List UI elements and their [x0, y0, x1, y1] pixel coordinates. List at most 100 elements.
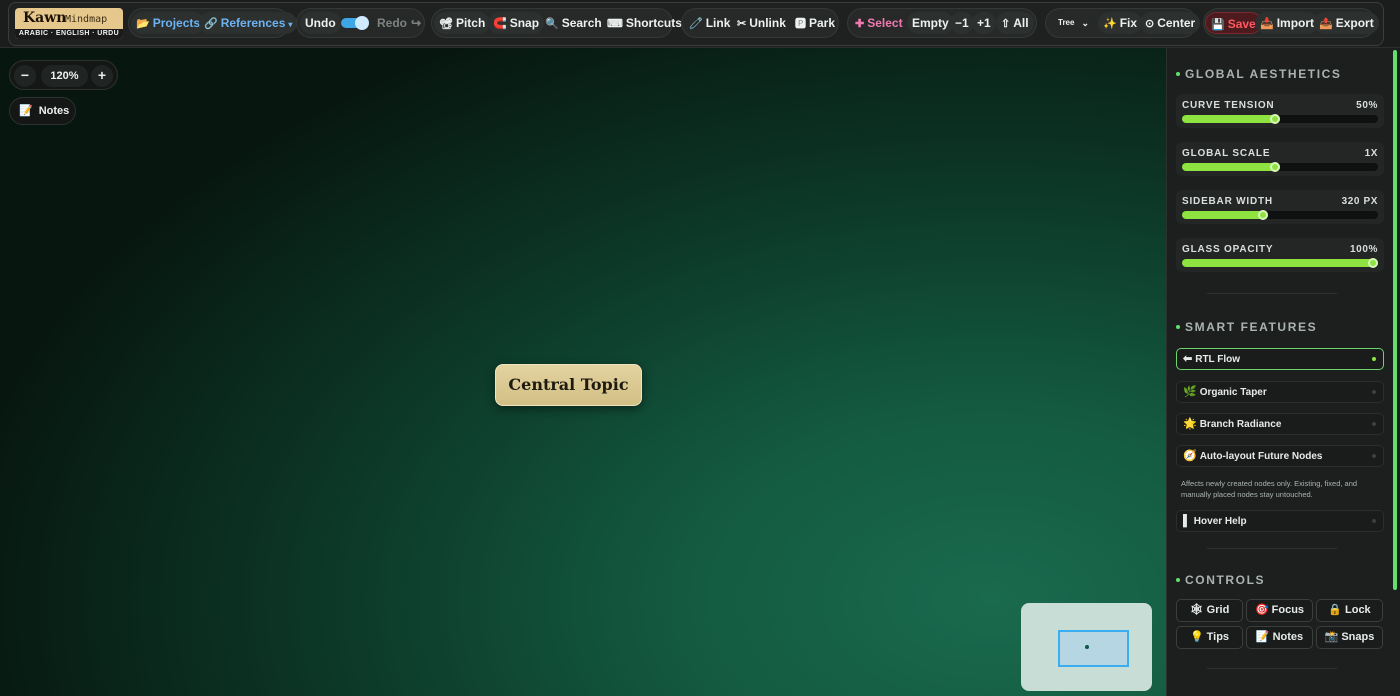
expand-level-button[interactable]: +1 — [972, 12, 996, 34]
pitch-button[interactable]: 📽 Pitch — [434, 12, 491, 34]
feature-branch-radiance[interactable]: 🌟 Branch Radiance — [1176, 413, 1384, 435]
snap-button[interactable]: 🧲 Snap — [488, 12, 545, 34]
empty-button[interactable]: Empty — [907, 12, 954, 34]
logo-languages: ARABIC · ENGLISH · URDU — [15, 29, 123, 39]
slider-thumb[interactable] — [1270, 162, 1280, 172]
layout-select[interactable]: Tree ⌄ — [1051, 12, 1093, 34]
feature-auto-layout[interactable]: 🧭 Auto-layout Future Nodes — [1176, 445, 1384, 467]
slider-thumb[interactable] — [1368, 258, 1378, 268]
section-divider — [1207, 668, 1337, 669]
fix-button[interactable]: ✨ Fix — [1098, 12, 1143, 34]
search-button[interactable]: 🔍 Search — [540, 12, 607, 34]
projects-button[interactable]: 📂 Projects — [131, 12, 206, 34]
memo-icon: 📝 — [19, 105, 33, 117]
compass-icon: 🧭 — [1183, 450, 1197, 462]
feature-status-dot — [1372, 519, 1376, 523]
slider-fill — [1182, 259, 1378, 267]
zoom-control: − 120% + — [9, 60, 118, 90]
slider-track[interactable] — [1182, 162, 1378, 172]
logo-name: Kawn — [23, 10, 67, 26]
features-section-title: SMART FEATURES — [1175, 320, 1318, 334]
feature-note: Affects newly created nodes only. Existi… — [1181, 479, 1358, 499]
slider-label: GLASS OPACITY — [1182, 244, 1274, 255]
central-topic-node[interactable]: Central Topic — [495, 364, 642, 406]
up-arrow-icon: ⇧ — [1001, 18, 1011, 30]
export-button[interactable]: 📤 Export — [1314, 12, 1379, 34]
redo-arrow-icon: ↪ — [411, 16, 422, 30]
controls-section-title: CONTROLS — [1175, 573, 1266, 587]
import-button[interactable]: 📥 Import — [1255, 12, 1320, 34]
sparkles-icon: ✨ — [1103, 18, 1117, 30]
minimap-viewport[interactable] — [1058, 630, 1129, 667]
slider-track[interactable] — [1182, 258, 1378, 268]
target-icon: ⊙ — [1145, 18, 1155, 30]
feature-organic-taper[interactable]: 🌿 Organic Taper — [1176, 381, 1384, 403]
outbox-tray-icon: 📤 — [1319, 18, 1333, 30]
search-icon: 🔍 — [545, 18, 559, 30]
slider-glass-opacity: GLASS OPACITY 100% — [1176, 238, 1384, 272]
tips-control-button[interactable]: 💡 Tips — [1176, 626, 1243, 649]
slider-label: SIDEBAR WIDTH — [1182, 196, 1273, 207]
slider-curve-tension: CURVE TENSION 50% — [1176, 94, 1384, 128]
inbox-tray-icon: 📥 — [1260, 18, 1274, 30]
star-glow-icon: 🌟 — [1183, 418, 1197, 430]
slider-global-scale: GLOBAL SCALE 1X — [1176, 142, 1384, 176]
link-icon: 🧷 — [689, 18, 703, 30]
shortcuts-button[interactable]: ⌨ Shortcuts — [602, 12, 687, 34]
chevron-down-icon: ⌄ — [1081, 18, 1089, 28]
notes-control-button[interactable]: 📝 Notes — [1246, 626, 1313, 649]
all-button[interactable]: ⇧ All — [996, 12, 1034, 34]
park-button[interactable]: 🅿 Park — [790, 12, 840, 34]
select-button[interactable]: ✚ Select — [850, 12, 908, 34]
left-arrow-icon: ⬅ — [1183, 353, 1193, 365]
slider-label: CURVE TENSION — [1182, 100, 1275, 111]
notes-toggle-button[interactable]: 📝 Notes — [9, 97, 76, 125]
grid-control-button[interactable]: 🕸 Grid — [1176, 599, 1243, 622]
keyboard-icon: ⌨ — [607, 18, 623, 30]
collapse-level-button[interactable]: −1 — [950, 12, 974, 34]
center-button[interactable]: ⊙ Center — [1140, 12, 1201, 34]
unlink-button[interactable]: ✂ Unlink — [732, 12, 791, 34]
link-chain-icon: 🔗 — [204, 18, 218, 30]
feature-status-dot — [1372, 422, 1376, 426]
floppy-disk-icon: 💾 — [1211, 19, 1225, 31]
zoom-out-button[interactable]: − — [14, 65, 36, 87]
feature-status-dot — [1372, 454, 1376, 458]
feature-hover-help[interactable]: ▌ Hover Help — [1176, 510, 1384, 532]
minimap[interactable] — [1021, 603, 1152, 691]
history-toggle[interactable] — [341, 16, 369, 30]
undo-button[interactable]: Undo — [300, 12, 341, 34]
aesthetics-section-title: GLOBAL AESTHETICS — [1176, 67, 1342, 81]
presentation-icon: 📽 — [439, 18, 453, 30]
slider-value: 100% — [1350, 244, 1378, 255]
grid-icon: 🕸 — [1189, 604, 1204, 616]
sidebar-scrollbar[interactable] — [1393, 50, 1397, 590]
logo-subtitle: Mindmap — [65, 14, 108, 25]
snaps-control-button[interactable]: 📸 Snaps — [1316, 626, 1383, 649]
redo-button[interactable]: Redo ↪ — [372, 12, 426, 34]
app-logo: Kawn Mindmap ARABIC · ENGLISH · URDU — [15, 8, 123, 39]
zoom-in-button[interactable]: + — [91, 65, 113, 87]
feature-rtl-flow[interactable]: ⬅ RTL Flow — [1176, 348, 1384, 370]
section-divider — [1207, 548, 1337, 549]
slider-value: 1X — [1364, 148, 1378, 159]
slider-track[interactable] — [1182, 210, 1378, 220]
lightbulb-icon: 💡 — [1189, 631, 1204, 643]
lock-control-button[interactable]: 🔒 Lock — [1316, 599, 1383, 622]
slider-fill — [1182, 115, 1280, 123]
slider-thumb[interactable] — [1258, 210, 1269, 220]
feature-status-dot — [1372, 357, 1376, 361]
focus-control-button[interactable]: 🎯 Focus — [1246, 599, 1313, 622]
save-button[interactable]: 💾 Save — [1205, 12, 1262, 34]
slider-sidebar-width: SIDEBAR WIDTH 320 PX — [1176, 190, 1384, 224]
settings-sidebar: GLOBAL AESTHETICS CURVE TENSION 50% GLOBAL… — [1166, 48, 1400, 696]
slider-track[interactable] — [1182, 114, 1378, 124]
slider-thumb[interactable] — [1270, 114, 1280, 124]
references-button[interactable]: 🔗 References ▾ — [199, 12, 298, 34]
parking-icon: 🅿 — [795, 18, 806, 30]
plus-cross-icon: ✚ — [855, 18, 865, 30]
cursor-bar-icon: ▌ — [1183, 515, 1191, 527]
slider-value: 50% — [1356, 100, 1378, 111]
target-icon: 🎯 — [1254, 604, 1269, 616]
link-button[interactable]: 🧷 Link — [684, 12, 735, 34]
